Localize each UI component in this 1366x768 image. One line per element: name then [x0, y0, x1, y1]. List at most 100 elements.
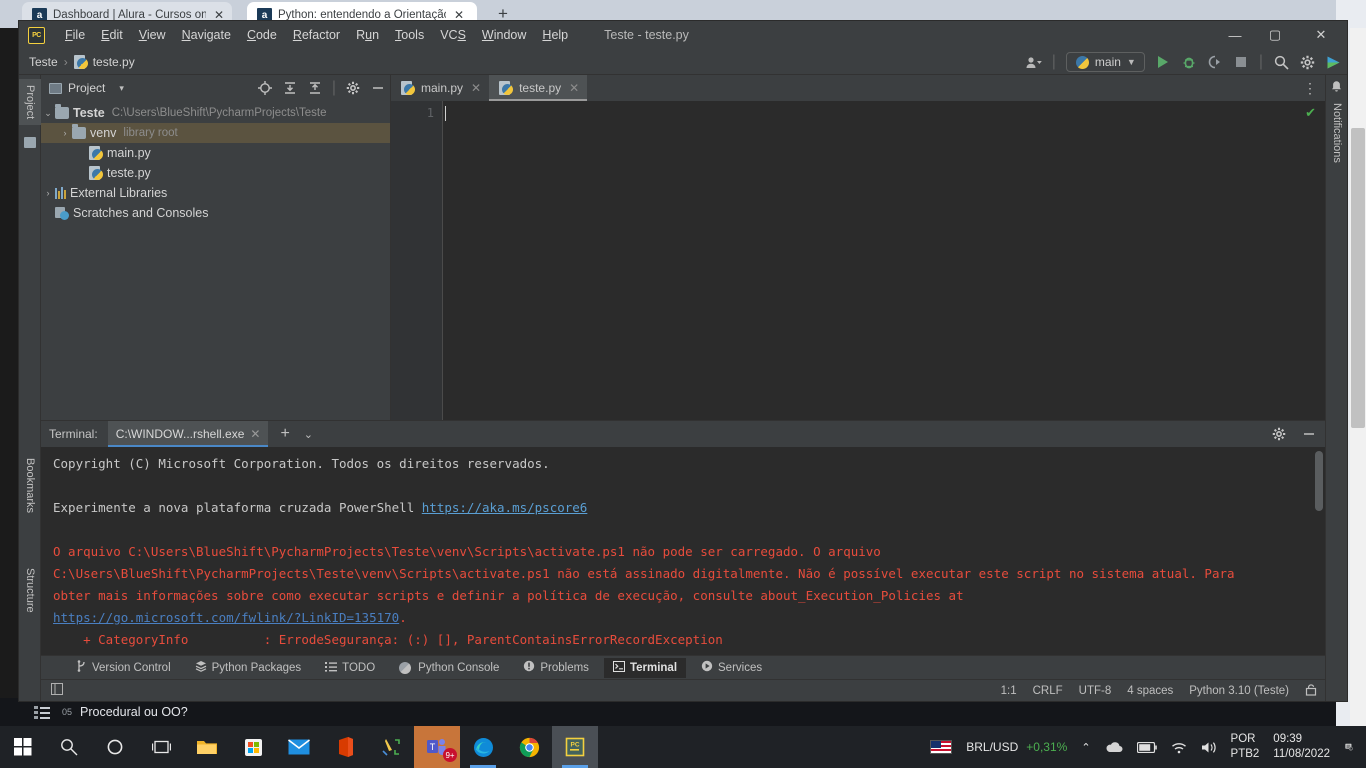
chevron-down-icon[interactable]: ▾	[119, 83, 124, 94]
sidebar-item-notifications[interactable]: Notifications	[1326, 97, 1348, 169]
course-lesson-item[interactable]: 05 Procedural ou OO?	[0, 698, 1366, 726]
layout-toggle-icon[interactable]	[51, 683, 63, 698]
mail-button[interactable]	[276, 726, 322, 768]
microsoft-edge-button[interactable]	[460, 726, 506, 768]
menu-navigate[interactable]: Navigate	[174, 26, 239, 44]
close-icon[interactable]: ✕	[250, 427, 260, 441]
tool-window-problems[interactable]: Problems	[514, 658, 598, 678]
tool-window-python-console[interactable]: Python Console	[390, 658, 508, 678]
currency-widget[interactable]: BRL/USD +0,31%	[959, 740, 1074, 754]
chevron-down-icon[interactable]: ⌄	[41, 108, 55, 119]
execution-policies-link[interactable]: https://go.microsoft.com/fwlink/?LinkID=…	[53, 610, 399, 625]
tool-window-terminal[interactable]: Terminal	[603, 657, 687, 678]
menu-refactor[interactable]: Refactor	[285, 26, 348, 44]
tool-window-version-control[interactable]: Version Control	[67, 658, 180, 678]
sidebar-item-project[interactable]: Project	[19, 79, 41, 126]
volume-icon[interactable]	[1194, 741, 1225, 754]
caret-position[interactable]: 1:1	[1001, 685, 1017, 697]
file-encoding[interactable]: UTF-8	[1079, 685, 1112, 697]
onedrive-icon[interactable]	[1098, 741, 1130, 753]
search-icon[interactable]	[1273, 54, 1289, 70]
close-icon[interactable]: ✕	[569, 81, 579, 95]
notifications-bell-icon[interactable]	[1330, 80, 1343, 98]
powershell-link[interactable]: https://aka.ms/pscore6	[422, 500, 588, 515]
sidebar-item-bookmarks[interactable]: Bookmarks	[19, 452, 41, 519]
hide-panel-icon[interactable]	[1301, 426, 1317, 442]
scrollbar-thumb[interactable]	[1351, 128, 1365, 428]
editor-more-button[interactable]: ⋮	[1303, 75, 1317, 101]
editor-tab-main-py[interactable]: main.py ✕	[391, 75, 489, 101]
chevron-down-icon[interactable]: ⌄	[304, 428, 313, 441]
run-button[interactable]	[1155, 54, 1171, 70]
menu-run[interactable]: Run	[348, 26, 387, 44]
chevron-right-icon[interactable]: ›	[41, 188, 55, 198]
tree-row-scratches[interactable]: Scratches and Consoles	[41, 203, 390, 223]
terminal-scrollbar[interactable]	[1315, 451, 1323, 511]
breadcrumb-file[interactable]: teste.py	[73, 54, 135, 69]
tool-window-python-packages[interactable]: Python Packages	[186, 658, 311, 678]
language-indicator[interactable]: POR PTB2	[1225, 732, 1266, 762]
collapse-all-icon[interactable]	[307, 80, 323, 96]
editor-text-area[interactable]	[443, 101, 1325, 420]
notification-center-button[interactable]: 1	[1338, 737, 1360, 757]
microsoft-store-button[interactable]	[230, 726, 276, 768]
locate-file-icon[interactable]	[257, 80, 273, 96]
folder-icon[interactable]	[24, 137, 36, 148]
menu-help[interactable]: Help	[534, 26, 576, 44]
hide-panel-icon[interactable]	[370, 80, 386, 96]
expand-all-icon[interactable]	[282, 80, 298, 96]
file-explorer-button[interactable]	[184, 726, 230, 768]
microsoft-teams-button[interactable]: T 9+	[414, 726, 460, 768]
menu-view[interactable]: View	[131, 26, 174, 44]
office-button[interactable]	[322, 726, 368, 768]
tree-row-teste[interactable]: ⌄ Teste C:\Users\BlueShift\PycharmProjec…	[41, 103, 390, 123]
tree-row-teste-py[interactable]: teste.py	[41, 163, 390, 183]
clock-widget[interactable]: 09:39 11/08/2022	[1265, 732, 1338, 762]
pycharm-button[interactable]: PC	[552, 726, 598, 768]
cortana-button[interactable]	[92, 726, 138, 768]
menu-vcs[interactable]: VCS	[432, 26, 474, 44]
close-button[interactable]: ✕	[1305, 21, 1337, 49]
menu-code[interactable]: Code	[239, 26, 285, 44]
new-terminal-button[interactable]: +	[280, 425, 289, 443]
close-icon[interactable]: ✕	[471, 81, 481, 95]
tree-row-external-libraries[interactable]: › External Libraries	[41, 183, 390, 203]
sidebar-item-structure[interactable]: Structure	[19, 562, 41, 619]
wifi-icon[interactable]	[1164, 741, 1194, 754]
menu-window[interactable]: Window	[474, 26, 534, 44]
indent-setting[interactable]: 4 spaces	[1127, 685, 1173, 697]
minimize-button[interactable]: —	[1219, 21, 1251, 49]
account-icon[interactable]	[1026, 54, 1042, 70]
browser-scrollbar[interactable]	[1350, 28, 1366, 726]
snipping-tool-button[interactable]	[368, 726, 414, 768]
run-coverage-button[interactable]	[1207, 54, 1223, 70]
terminal-output[interactable]: Copyright (C) Microsoft Corporation. Tod…	[41, 447, 1325, 655]
menu-file[interactable]: File	[57, 26, 93, 44]
tree-row-main-py[interactable]: main.py	[41, 143, 390, 163]
stop-button[interactable]	[1233, 54, 1249, 70]
search-button[interactable]	[46, 726, 92, 768]
tool-window-todo[interactable]: TODO	[316, 658, 384, 678]
tree-row-venv[interactable]: › venv library root	[41, 123, 390, 143]
menu-edit[interactable]: Edit	[93, 26, 131, 44]
line-separator[interactable]: CRLF	[1033, 685, 1063, 697]
google-chrome-button[interactable]	[506, 726, 552, 768]
chevron-right-icon[interactable]: ›	[58, 128, 72, 138]
battery-icon[interactable]	[1130, 741, 1164, 753]
run-configuration-selector[interactable]: main ▼	[1065, 52, 1145, 72]
settings-gear-icon[interactable]	[1271, 426, 1287, 442]
menu-tools[interactable]: Tools	[387, 26, 432, 44]
task-view-button[interactable]	[138, 726, 184, 768]
python-interpreter[interactable]: Python 3.10 (Teste)	[1189, 685, 1289, 697]
settings-gear-icon[interactable]	[1299, 54, 1315, 70]
breadcrumb-project[interactable]: Teste	[29, 55, 58, 69]
lock-icon[interactable]	[1305, 683, 1317, 699]
settings-gear-icon[interactable]	[345, 80, 361, 96]
editor-body[interactable]: 1 ✔	[391, 101, 1325, 420]
maximize-button[interactable]: ▢	[1259, 21, 1291, 49]
editor-tab-teste-py[interactable]: teste.py ✕	[489, 75, 588, 101]
tool-window-services[interactable]: Services	[692, 658, 771, 678]
debug-button[interactable]	[1181, 54, 1197, 70]
show-hidden-icons-button[interactable]: ⌃	[1074, 741, 1097, 754]
terminal-session-tab[interactable]: C:\WINDOW...rshell.exe ✕	[107, 421, 269, 447]
